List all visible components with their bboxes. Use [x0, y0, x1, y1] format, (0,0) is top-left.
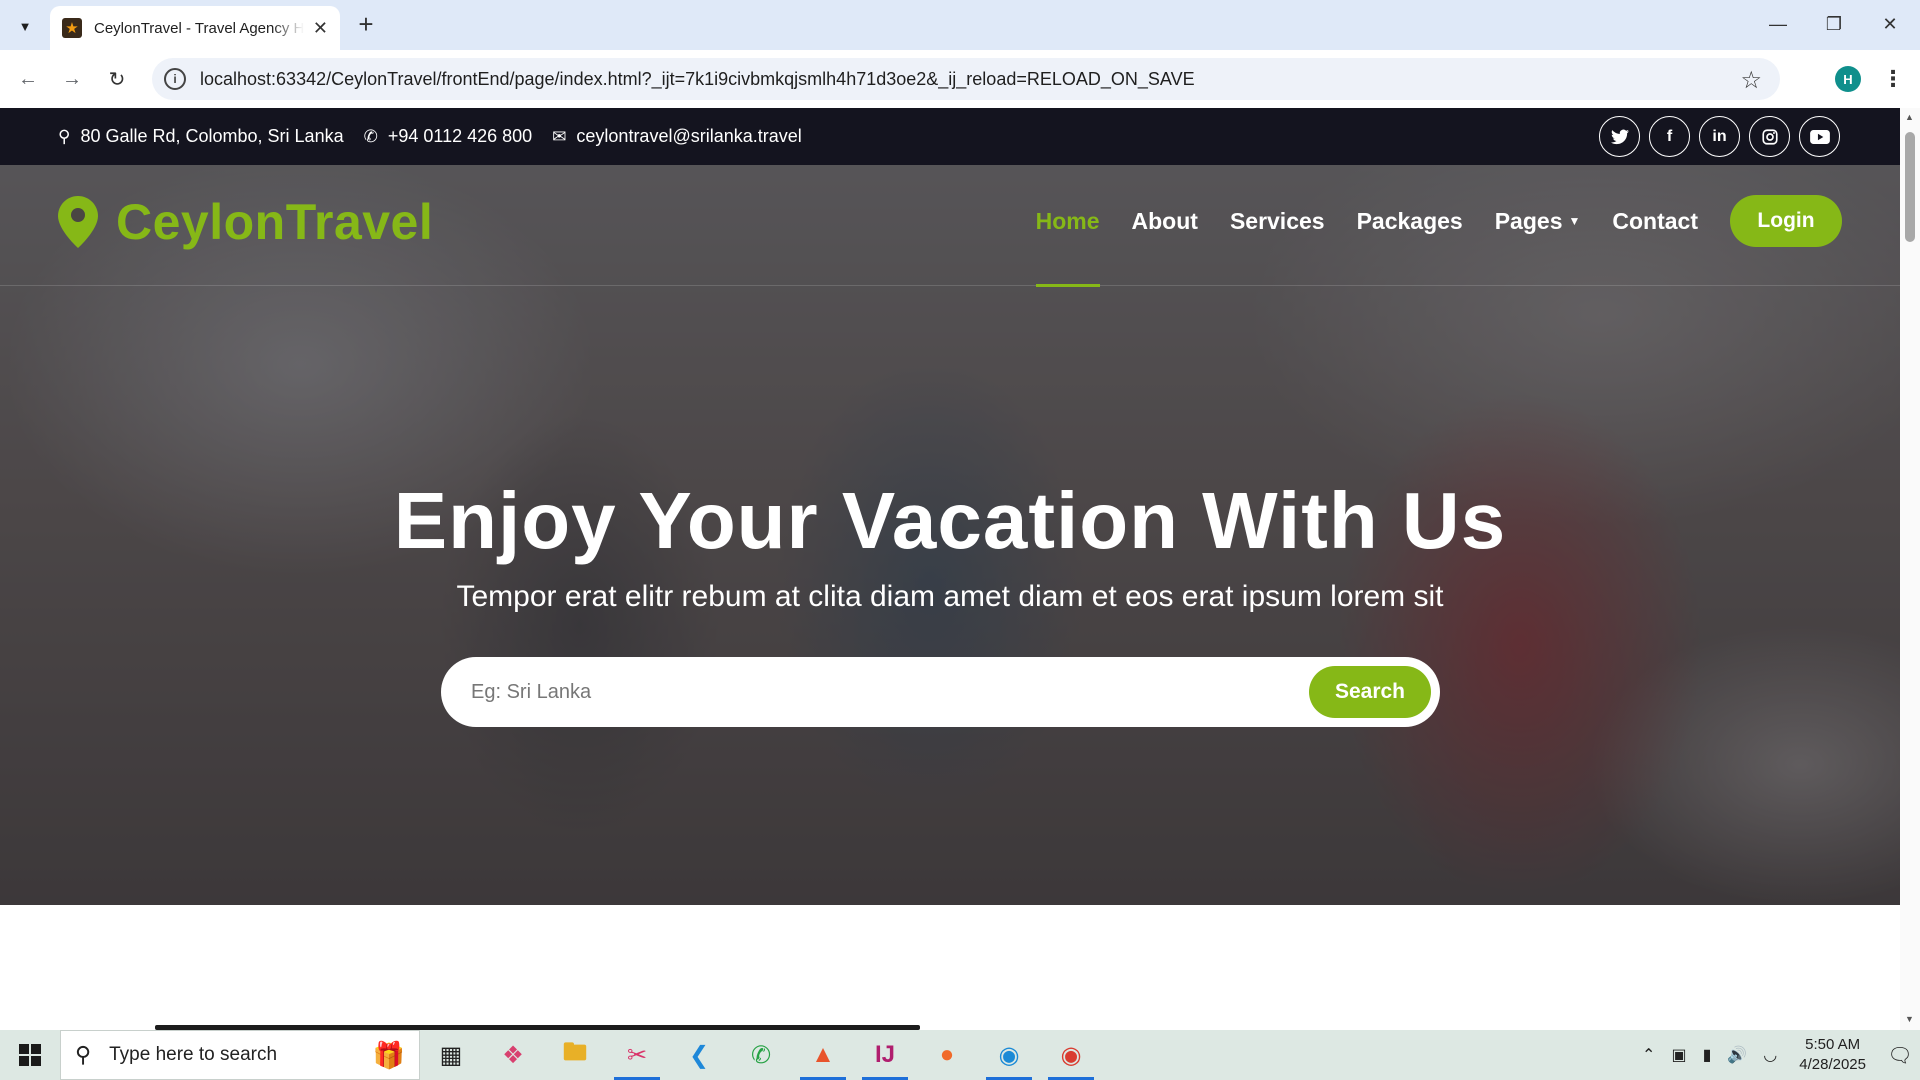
wifi-icon[interactable]: ◡ — [1763, 1045, 1777, 1065]
close-window-button[interactable]: ✕ — [1870, 8, 1910, 40]
tab-list-chevron-icon[interactable]: ▼ — [12, 13, 38, 39]
clock[interactable]: 5:50 AM 4/28/2025 — [1799, 1035, 1866, 1075]
browser-tab-bar: ▼ ★ CeylonTravel - Travel Agency HTML ✕ … — [0, 0, 1920, 50]
contact-topbar: ⚲ 80 Galle Rd, Colombo, Sri Lanka ✆ +94 … — [0, 108, 1900, 165]
destination-search-box: Search — [441, 657, 1440, 727]
page-viewport: ⚲ 80 Galle Rd, Colombo, Sri Lanka ✆ +94 … — [0, 108, 1900, 1030]
twitter-icon[interactable] — [1599, 116, 1640, 157]
clock-date: 4/28/2025 — [1799, 1056, 1866, 1073]
email-text: ceylontravel@srilanka.travel — [576, 126, 802, 146]
map-marker-logo-icon — [58, 196, 98, 248]
hero-title: Enjoy Your Vacation With Us — [393, 476, 1507, 565]
vscode-icon[interactable]: ❮ — [668, 1030, 730, 1080]
file-explorer-icon[interactable]: 🖿 — [544, 1030, 606, 1080]
youtube-icon[interactable] — [1799, 116, 1840, 157]
nav-pages-label: Pages — [1494, 207, 1563, 234]
windows-logo-icon — [19, 1044, 41, 1066]
network-device-icon[interactable]: ▣ — [1671, 1045, 1686, 1065]
tab-title: CeylonTravel - Travel Agency HTML — [94, 19, 304, 37]
intellij-icon[interactable]: IJ — [854, 1030, 916, 1080]
site-info-icon[interactable]: i — [164, 68, 186, 90]
phone-text: +94 0112 426 800 — [387, 126, 533, 146]
main-navbar: CeylonTravel Home About Services Package… — [0, 165, 1900, 287]
task-view-icon[interactable]: ▦ — [420, 1030, 482, 1080]
speaker-icon[interactable]: 🔊 — [1727, 1045, 1747, 1065]
whatsapp-icon[interactable]: ✆ — [730, 1030, 792, 1080]
vertical-scrollbar[interactable]: ▲ ▼ — [1900, 108, 1920, 1030]
restore-button[interactable]: ❐ — [1814, 8, 1854, 40]
url-text[interactable]: localhost:63342/CeylonTravel/frontEnd/pa… — [200, 69, 1195, 90]
search-icon: ⚲ — [75, 1042, 92, 1067]
nav-pages-dropdown[interactable]: Pages ▼ — [1495, 195, 1581, 247]
back-arrow-icon[interactable]: ← — [12, 63, 44, 95]
battery-icon[interactable]: ▮ — [1703, 1045, 1712, 1065]
taskbar-search-text: Type here to search — [109, 1044, 278, 1065]
email-info: ✉ ceylontravel@srilanka.travel — [552, 126, 802, 147]
favicon-icon: ★ — [62, 18, 82, 38]
browser-toolbar: ← → ↻ i localhost:63342/CeylonTravel/fro… — [0, 50, 1920, 108]
instagram-icon[interactable] — [1749, 116, 1790, 157]
nav-contact[interactable]: Contact — [1612, 195, 1698, 247]
minimize-button[interactable]: — — [1758, 8, 1798, 40]
address-bar[interactable]: i localhost:63342/CeylonTravel/frontEnd/… — [152, 58, 1780, 100]
caret-down-icon: ▼ — [1568, 214, 1581, 228]
envelope-icon: ✉ — [552, 126, 567, 146]
search-button[interactable]: Search — [1309, 666, 1431, 718]
postman-icon[interactable]: ● — [916, 1030, 978, 1080]
login-button[interactable]: Login — [1730, 195, 1842, 247]
windows-taskbar: ⚲ Type here to search 🎁 ▦ ❖ 🖿 ✂ ❮ ✆ ▲ IJ… — [0, 1030, 1920, 1080]
scroll-up-arrow-icon[interactable]: ▲ — [1905, 112, 1914, 122]
notification-icon[interactable]: 🗨 — [1880, 1043, 1920, 1068]
reload-icon[interactable]: ↻ — [101, 63, 133, 95]
scroll-down-arrow-icon[interactable]: ▼ — [1905, 1014, 1914, 1024]
hero-section: CeylonTravel Home About Services Package… — [0, 165, 1900, 905]
copilot-icon[interactable]: ❖ — [482, 1030, 544, 1080]
nav-packages[interactable]: Packages — [1357, 195, 1463, 247]
address-info: ⚲ 80 Galle Rd, Colombo, Sri Lanka — [58, 126, 344, 147]
nav-about[interactable]: About — [1132, 195, 1198, 247]
nav-menu: Home About Services Packages Pages ▼ Con… — [1004, 195, 1842, 287]
address-text: 80 Galle Rd, Colombo, Sri Lanka — [80, 126, 344, 146]
start-button[interactable] — [0, 1030, 60, 1080]
social-links: f in — [1599, 116, 1840, 157]
brave-browser-icon[interactable]: ▲ — [792, 1030, 854, 1080]
chevron-up-icon[interactable]: ⌃ — [1642, 1045, 1655, 1065]
facebook-icon[interactable]: f — [1649, 116, 1690, 157]
linkedin-icon[interactable]: in — [1699, 116, 1740, 157]
system-tray: ⌃ ▣ ▮ 🔊 ◡ 5:50 AM 4/28/2025 🗨 — [1634, 1030, 1920, 1080]
brand-name: CeylonTravel — [116, 194, 434, 250]
chrome-browser-icon[interactable]: ◉ — [1040, 1030, 1102, 1080]
browser-menu-icon[interactable]: ⋮ — [1880, 64, 1906, 94]
destination-search-input[interactable] — [471, 680, 1271, 704]
profile-avatar[interactable]: H — [1835, 66, 1861, 92]
close-tab-icon[interactable]: ✕ — [313, 18, 328, 39]
new-tab-button[interactable]: + — [352, 9, 380, 39]
taskbar-search[interactable]: ⚲ Type here to search 🎁 — [60, 1030, 420, 1080]
hero-subtitle: Tempor erat elitr rebum at clita diam am… — [456, 580, 1444, 613]
forward-arrow-icon[interactable]: → — [56, 63, 88, 95]
snipping-tool-icon[interactable]: ✂ — [606, 1030, 668, 1080]
phone-info: ✆ +94 0112 426 800 — [364, 126, 533, 147]
map-marker-icon: ⚲ — [58, 126, 71, 146]
nav-services[interactable]: Services — [1230, 195, 1325, 247]
browser-tab-active[interactable]: ★ CeylonTravel - Travel Agency HTML ✕ — [50, 6, 340, 50]
scrollbar-thumb[interactable] — [1905, 132, 1915, 242]
edge-browser-icon[interactable]: ◉ — [978, 1030, 1040, 1080]
brand-logo[interactable]: CeylonTravel — [58, 193, 433, 251]
clock-time: 5:50 AM — [1805, 1036, 1861, 1053]
search-highlight-icon: 🎁 — [372, 1039, 405, 1070]
nav-home[interactable]: Home — [1035, 195, 1100, 287]
bookmark-star-icon[interactable]: ☆ — [1740, 66, 1762, 95]
phone-icon: ✆ — [363, 126, 378, 146]
